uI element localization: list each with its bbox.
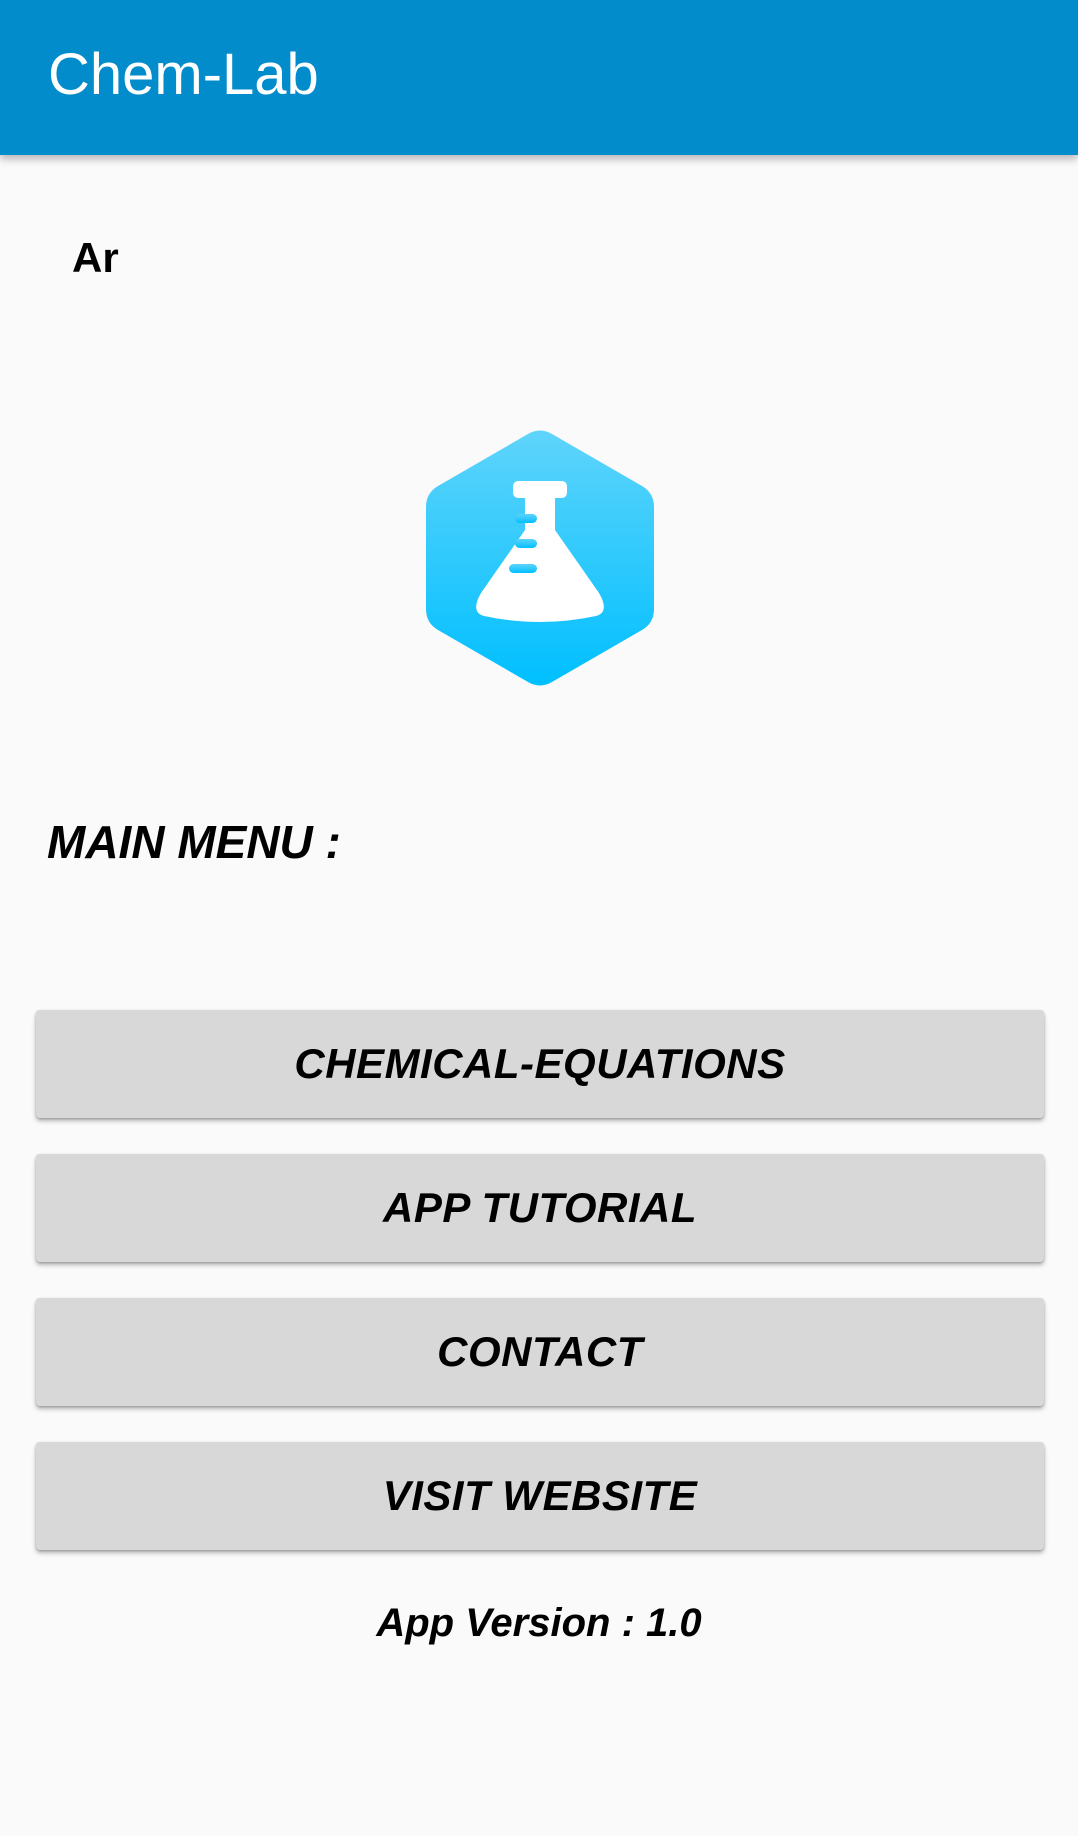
flask-hexagon-icon — [424, 428, 656, 688]
element-symbol: Ar — [72, 234, 119, 281]
visit-website-button[interactable]: VISIT WEBSITE — [36, 1442, 1044, 1550]
app-title: Chem-Lab — [48, 42, 319, 107]
app-version-text: App Version : 1.0 — [376, 1601, 702, 1645]
app-screen: Chem-Lab Ar MAIN MENU : CHEMICAL-EQUATIO… — [0, 0, 1078, 1836]
app-tutorial-button[interactable]: APP TUTORIAL — [36, 1154, 1044, 1262]
main-menu-heading: MAIN MENU : — [47, 816, 341, 868]
chemical-equations-button[interactable]: CHEMICAL-EQUATIONS — [36, 1010, 1044, 1118]
app-bar: Chem-Lab — [0, 0, 1078, 155]
contact-button[interactable]: CONTACT — [36, 1298, 1044, 1406]
